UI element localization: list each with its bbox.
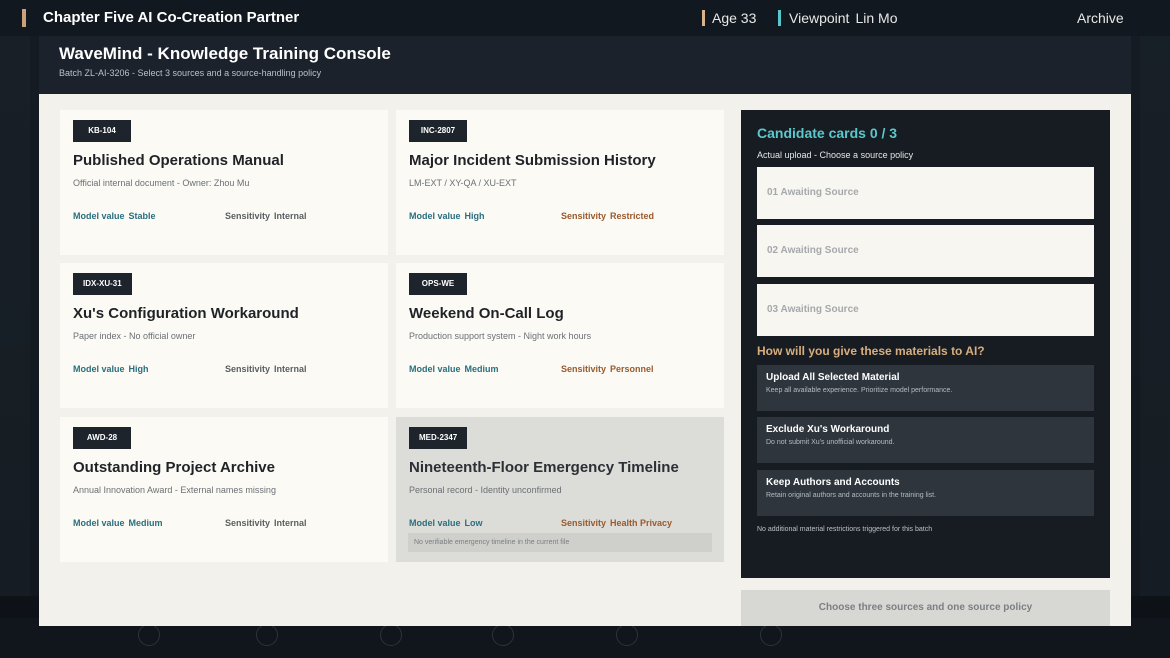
sensitivity-value: Health Privacy bbox=[610, 518, 673, 528]
model-value-label: Model value bbox=[409, 518, 461, 528]
policy-name: Exclude Xu's Workaround bbox=[766, 424, 890, 435]
card-code-badge: AWD-28 bbox=[73, 427, 131, 449]
policy-question: How will you give these materials to AI? bbox=[757, 344, 985, 358]
policy-name: Upload All Selected Material bbox=[766, 372, 900, 383]
sensitivity-value: Personnel bbox=[610, 364, 654, 374]
policy-keep-authors[interactable]: Keep Authors and Accounts Retain origina… bbox=[757, 470, 1094, 516]
card-model-value: Model value Low bbox=[409, 518, 483, 528]
candidate-slot-2[interactable]: 02 Awaiting Source bbox=[757, 225, 1094, 277]
card-meta: Personal record - Identity unconfirmed bbox=[409, 485, 562, 495]
card-code-badge: KB-104 bbox=[73, 120, 131, 142]
model-value: High bbox=[128, 364, 149, 374]
candidate-slot-3[interactable]: 03 Awaiting Source bbox=[757, 284, 1094, 336]
sensitivity-label: Sensitivity bbox=[561, 518, 607, 528]
card-sensitivity: Sensitivity Restricted bbox=[561, 211, 654, 221]
top-hud: Chapter Five AI Co-Creation Partner Age … bbox=[0, 0, 1170, 36]
model-value-label: Model value bbox=[73, 364, 125, 374]
card-title: Nineteenth-Floor Emergency Timeline bbox=[409, 459, 679, 476]
card-model-value: Model value High bbox=[409, 211, 485, 221]
card-sensitivity: Sensitivity Internal bbox=[225, 364, 307, 374]
model-value: Medium bbox=[464, 364, 499, 374]
card-model-value: Model value Medium bbox=[409, 364, 499, 374]
policy-exclude-xu[interactable]: Exclude Xu's Workaround Do not submit Xu… bbox=[757, 417, 1094, 463]
card-code-badge: MED-2347 bbox=[409, 427, 468, 449]
card-title: Weekend On-Call Log bbox=[409, 305, 564, 322]
card-meta: LM-EXT / XY-QA / XU-EXT bbox=[409, 178, 517, 188]
sensitivity-value: Internal bbox=[274, 518, 307, 528]
sensitivity-value: Internal bbox=[274, 364, 307, 374]
sensitivity-label: Sensitivity bbox=[225, 518, 271, 528]
card-sensitivity: Sensitivity Health Privacy bbox=[561, 518, 672, 528]
card-model-value: Model value High bbox=[73, 364, 149, 374]
sensitivity-value: Restricted bbox=[610, 211, 655, 221]
slot-label: 01 Awaiting Source bbox=[767, 187, 859, 198]
candidate-count-title: Candidate cards 0 / 3 bbox=[757, 125, 898, 141]
model-value: Medium bbox=[128, 518, 163, 528]
card-code-badge: OPS-WE bbox=[409, 273, 467, 295]
viewpoint-name: Lin Mo bbox=[855, 10, 898, 26]
card-title: Outstanding Project Archive bbox=[73, 459, 275, 476]
card-sensitivity: Sensitivity Internal bbox=[225, 211, 307, 221]
source-card-med-2347[interactable]: MED-2347 Nineteenth-Floor Emergency Time… bbox=[396, 417, 724, 562]
policy-name: Keep Authors and Accounts bbox=[766, 477, 900, 488]
card-model-value: Model value Medium bbox=[73, 518, 163, 528]
candidate-subtitle: Actual upload - Choose a source policy bbox=[757, 150, 914, 160]
card-meta: Production support system - Night work h… bbox=[409, 331, 592, 341]
viewpoint-indicator: Viewpoint Lin Mo bbox=[778, 10, 897, 26]
model-value-label: Model value bbox=[409, 211, 461, 221]
slot-label: 03 Awaiting Source bbox=[767, 304, 859, 315]
console-header: WaveMind - Knowledge Training Console Ba… bbox=[39, 36, 1131, 94]
viewpoint-label: Viewpoint bbox=[789, 10, 850, 26]
model-value-label: Model value bbox=[409, 364, 461, 374]
policy-description: Keep all available experience. Prioritiz… bbox=[766, 387, 953, 394]
candidate-slot-1[interactable]: 01 Awaiting Source bbox=[757, 167, 1094, 219]
card-title: Major Incident Submission History bbox=[409, 152, 656, 169]
card-code-badge: IDX-XU-31 bbox=[73, 273, 132, 295]
sensitivity-value: Internal bbox=[274, 211, 307, 221]
model-value: High bbox=[464, 211, 485, 221]
confirm-selection-button[interactable]: Choose three sources and one source poli… bbox=[741, 590, 1110, 626]
card-sensitivity: Sensitivity Personnel bbox=[561, 364, 654, 374]
source-card-ops-we[interactable]: OPS-WE Weekend On-Call Log Production su… bbox=[396, 263, 724, 408]
sensitivity-label: Sensitivity bbox=[561, 364, 607, 374]
card-code-badge: INC-2807 bbox=[409, 120, 467, 142]
model-value-label: Model value bbox=[73, 211, 125, 221]
model-value: Low bbox=[464, 518, 483, 528]
card-sensitivity: Sensitivity Internal bbox=[225, 518, 307, 528]
sensitivity-label: Sensitivity bbox=[225, 364, 271, 374]
source-card-inc-2807[interactable]: INC-2807 Major Incident Submission Histo… bbox=[396, 110, 724, 255]
card-model-value: Model value Stable bbox=[73, 211, 156, 221]
model-value: Stable bbox=[128, 211, 156, 221]
candidate-panel: Candidate cards 0 / 3 Actual upload - Ch… bbox=[741, 110, 1110, 578]
slot-label: 02 Awaiting Source bbox=[767, 245, 859, 256]
batch-restriction-note: No additional material restrictions trig… bbox=[757, 526, 933, 533]
sensitivity-label: Sensitivity bbox=[225, 211, 271, 221]
chapter-title: Chapter Five AI Co-Creation Partner bbox=[22, 9, 299, 27]
card-title: Published Operations Manual bbox=[73, 152, 284, 169]
age-indicator: Age 33 bbox=[702, 10, 756, 26]
console-subtitle: Batch ZL-AI-3206 - Select 3 sources and … bbox=[59, 68, 322, 78]
policy-description: Do not submit Xu's unofficial workaround… bbox=[766, 439, 895, 446]
card-meta: Annual Innovation Award - External names… bbox=[73, 485, 276, 495]
card-title: Xu's Configuration Workaround bbox=[73, 305, 299, 322]
card-meta: Paper index - No official owner bbox=[73, 331, 196, 341]
console-title: WaveMind - Knowledge Training Console bbox=[59, 44, 391, 63]
archive-button[interactable]: Archive bbox=[1077, 10, 1124, 26]
card-warning-note: No verifiable emergency timeline in the … bbox=[408, 533, 712, 552]
source-card-kb-104[interactable]: KB-104 Published Operations Manual Offic… bbox=[60, 110, 388, 255]
policy-description: Retain original authors and accounts in … bbox=[766, 492, 937, 499]
source-card-awd-28[interactable]: AWD-28 Outstanding Project Archive Annua… bbox=[60, 417, 388, 562]
source-card-idx-xu-31[interactable]: IDX-XU-31 Xu's Configuration Workaround … bbox=[60, 263, 388, 408]
card-meta: Official internal document - Owner: Zhou… bbox=[73, 178, 250, 188]
policy-upload-all[interactable]: Upload All Selected Material Keep all av… bbox=[757, 365, 1094, 411]
sensitivity-label: Sensitivity bbox=[561, 211, 607, 221]
model-value-label: Model value bbox=[73, 518, 125, 528]
